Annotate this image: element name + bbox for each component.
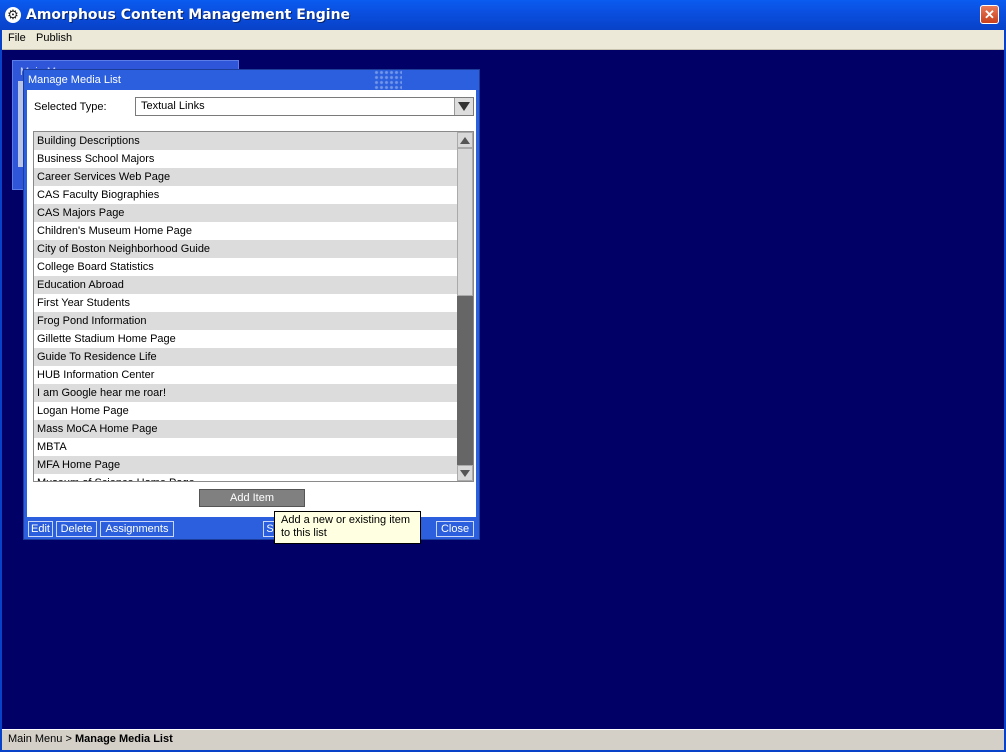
list-item[interactable]: Building Descriptions — [34, 132, 457, 150]
selected-type-dropdown[interactable]: Textual Links — [135, 97, 474, 116]
media-list-items: Building Descriptions Business School Maj… — [34, 132, 473, 481]
list-item[interactable]: Frog Pond Information — [34, 312, 457, 330]
delete-button[interactable]: Delete — [56, 521, 97, 537]
list-item[interactable]: CAS Faculty Biographies — [34, 186, 457, 204]
breadcrumb-separator: > — [62, 733, 75, 745]
menu-publish[interactable]: Publish — [36, 32, 72, 44]
app-title-bar: ⚙ Amorphous Content Management Engine ✕ — [0, 0, 1006, 30]
list-item[interactable]: Museum of Science Home Page — [34, 474, 457, 481]
list-item[interactable]: Career Services Web Page — [34, 168, 457, 186]
list-item[interactable]: City of Boston Neighborhood Guide — [34, 240, 457, 258]
assignments-button[interactable]: Assignments — [100, 521, 174, 537]
dialog-title: Manage Media List — [28, 74, 121, 86]
breadcrumb-root[interactable]: Main Menu — [8, 733, 62, 745]
manage-media-list-dialog: Manage Media List Selected Type: Textual… — [23, 69, 480, 540]
status-bar: Main Menu > Manage Media List — [2, 729, 1004, 750]
breadcrumb-current: Manage Media List — [74, 733, 173, 745]
list-item[interactable]: Gillette Stadium Home Page — [34, 330, 457, 348]
selected-type-label: Selected Type: — [34, 101, 107, 113]
menu-bar: File Publish — [2, 30, 1004, 50]
breadcrumb: Main Menu > Manage Media List — [8, 733, 173, 745]
dialog-title-decoration — [374, 70, 402, 90]
dropdown-arrow-icon[interactable] — [454, 98, 473, 115]
media-list[interactable]: Building Descriptions Business School Maj… — [33, 131, 474, 482]
add-item-button[interactable]: Add Item — [199, 489, 305, 507]
list-item[interactable]: Education Abroad — [34, 276, 457, 294]
window-close-button[interactable]: ✕ — [980, 5, 999, 24]
scroll-thumb[interactable] — [457, 148, 473, 296]
scroll-down-arrow-icon[interactable] — [457, 465, 473, 481]
list-item[interactable]: Mass MoCA Home Page — [34, 420, 457, 438]
list-item[interactable]: First Year Students — [34, 294, 457, 312]
selected-type-value: Textual Links — [141, 100, 205, 112]
list-item[interactable]: Logan Home Page — [34, 402, 457, 420]
add-item-tooltip: Add a new or existing item to this list — [274, 511, 421, 544]
app-title: Amorphous Content Management Engine — [26, 7, 351, 23]
list-item[interactable]: Business School Majors — [34, 150, 457, 168]
list-item[interactable]: Children's Museum Home Page — [34, 222, 457, 240]
list-item[interactable]: HUB Information Center — [34, 366, 457, 384]
menu-file[interactable]: File — [8, 32, 26, 44]
close-button[interactable]: Close — [436, 521, 474, 537]
edit-button[interactable]: Edit — [28, 521, 53, 537]
list-scrollbar[interactable] — [457, 132, 473, 481]
list-item[interactable]: Guide To Residence Life — [34, 348, 457, 366]
list-item[interactable]: College Board Statistics — [34, 258, 457, 276]
window-frame-left — [0, 30, 2, 752]
scroll-up-arrow-icon[interactable] — [457, 132, 473, 148]
app-gear-icon: ⚙ — [5, 7, 21, 23]
list-item[interactable]: MFA Home Page — [34, 456, 457, 474]
list-item[interactable]: MBTA — [34, 438, 457, 456]
list-item[interactable]: I am Google hear me roar! — [34, 384, 457, 402]
dialog-panel: Selected Type: Textual Links Building De… — [27, 90, 476, 517]
list-item[interactable]: CAS Majors Page — [34, 204, 457, 222]
